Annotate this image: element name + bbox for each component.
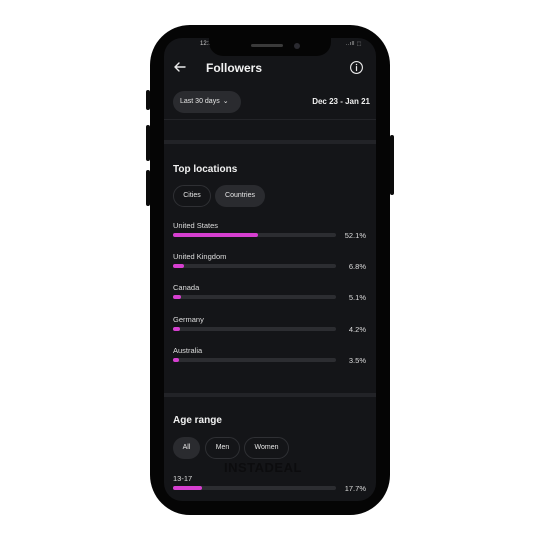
location-row-bar-track xyxy=(173,326,336,331)
phone-power-button xyxy=(390,135,394,195)
location-row-bar-fill xyxy=(173,264,185,269)
date-range-dropdown-label: Last 30 days xyxy=(180,98,220,105)
location-row-percent: 4.2% xyxy=(348,324,366,334)
age-row-label: 13-17 xyxy=(173,474,193,483)
location-row-bar-fill xyxy=(173,233,258,237)
chevron-down-icon: ⌄ xyxy=(222,98,229,105)
tab-men[interactable]: Men xyxy=(205,437,240,459)
arrow-left-icon[interactable] xyxy=(172,59,188,75)
date-range-dropdown[interactable]: Last 30 days ⌄ xyxy=(173,91,241,113)
age-row-percent: 17.7% xyxy=(344,484,366,493)
location-row-bar-fill xyxy=(173,357,179,362)
watermark: INSTADEAL xyxy=(224,460,302,475)
phone-volume-down xyxy=(146,170,150,206)
location-row-bar-track xyxy=(173,357,336,362)
location-row-bar-track xyxy=(173,295,336,300)
location-row-label: Germany xyxy=(173,314,204,324)
info-circle-icon[interactable] xyxy=(349,60,364,75)
page-title: Followers xyxy=(206,61,263,75)
location-row-label: Canada xyxy=(173,283,200,293)
status-icons: ..ıll ⬚ xyxy=(345,41,362,47)
tab-all[interactable]: All xyxy=(173,437,200,459)
location-row-bar-fill xyxy=(173,295,182,300)
location-row-label: Australia xyxy=(173,345,203,355)
location-row-bar-track xyxy=(173,233,336,237)
location-row-bar-fill xyxy=(173,326,180,331)
section-divider xyxy=(164,140,376,144)
section-title-top-locations: Top locations xyxy=(173,164,238,175)
location-row-label: United Kingdom xyxy=(173,252,227,262)
location-row-percent: 5.1% xyxy=(348,293,366,303)
location-row-percent: 6.8% xyxy=(348,262,366,272)
location-row-percent: 3.5% xyxy=(348,355,366,365)
camera xyxy=(294,43,300,49)
divider xyxy=(164,119,376,120)
tab-countries[interactable]: Countries xyxy=(215,185,265,207)
age-row-bar-fill xyxy=(173,486,202,490)
screen: 12:3 ..ıll ⬚ Followers Last 30 days ⌄ Dec… xyxy=(164,38,376,501)
speaker xyxy=(251,44,283,47)
section-divider xyxy=(164,393,376,397)
phone-side-button xyxy=(146,90,150,110)
phone-volume-up xyxy=(146,125,150,161)
location-row-percent: 52.1% xyxy=(344,231,366,240)
tab-cities[interactable]: Cities xyxy=(173,185,211,207)
date-range-text: Dec 23 - Jan 21 xyxy=(312,97,370,106)
tab-women[interactable]: Women xyxy=(244,437,289,459)
location-row-bar-track xyxy=(173,264,336,269)
age-row-bar-track xyxy=(173,486,336,490)
location-row-label: United States xyxy=(173,221,219,230)
notch xyxy=(209,38,331,56)
header: Followers xyxy=(164,58,376,78)
section-title-age-range: Age range xyxy=(173,415,222,426)
